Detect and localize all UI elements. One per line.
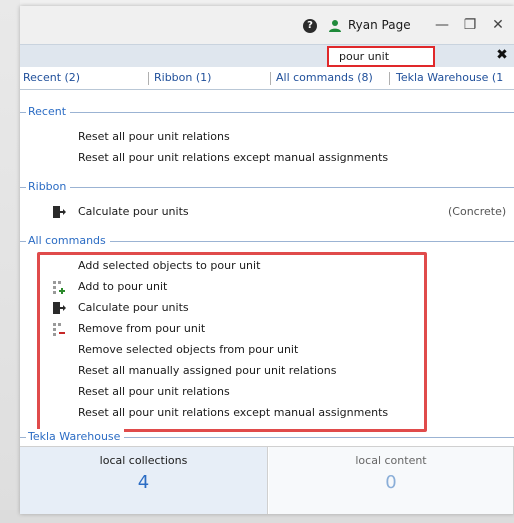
item-label: Reset all pour unit relations [78,130,230,143]
section-header-all-commands: All commands [20,233,514,249]
tab-recent[interactable]: Recent (2) [23,70,80,86]
panel-count: 0 [385,472,397,493]
local-collections-panel[interactable]: local collections 4 [20,447,268,514]
minimize-button[interactable]: — [430,14,454,36]
local-content-panel[interactable]: local content 0 [269,447,514,514]
tab-divider [270,72,271,85]
warehouse-panels: local collections 4 local content 0 [20,446,514,514]
user-name[interactable]: Ryan Page [348,18,411,32]
panel-count: 4 [137,472,150,493]
section-header-ribbon: Ribbon [20,179,514,195]
section-divider [20,187,514,188]
search-input[interactable]: pour unit [327,46,435,67]
highlight-annotation [37,252,427,432]
list-item[interactable]: Calculate pour units [40,202,514,222]
tab-divider [389,72,390,85]
section-header-recent: Recent [20,104,514,120]
clear-search-icon[interactable]: ✖ [494,47,510,63]
close-button[interactable]: ✕ [486,14,510,36]
item-label: Reset all pour unit relations except man… [78,151,389,164]
section-title: Tekla Warehouse [20,429,125,445]
section-divider [20,112,514,113]
tab-divider [148,72,149,85]
tab-all-commands[interactable]: All commands (8) [276,70,373,86]
category-tabs: Recent (2) Ribbon (1) All commands (8) T… [20,67,514,90]
search-bar: pour unit ✖ [20,44,514,67]
help-icon[interactable]: ? [303,19,317,33]
item-label: Calculate pour units [78,205,189,218]
tab-tekla-warehouse[interactable]: Tekla Warehouse (1 [396,70,503,86]
maximize-button[interactable]: ❐ [458,14,482,36]
section-title: Ribbon [20,179,71,195]
panel-title: local content [355,454,427,467]
user-icon[interactable] [328,19,342,33]
panel-title: local collections [99,454,188,467]
section-title: All commands [20,233,110,249]
quick-launch-window: ? Ryan Page — ❐ ✕ pour unit ✖ Recent (2)… [20,6,514,514]
desktop-background [0,0,20,523]
section-header-tekla-warehouse: Tekla Warehouse [20,429,514,445]
item-category-note: (Concrete) [448,205,507,218]
title-bar: ? Ryan Page — ❐ ✕ [20,6,514,44]
tab-ribbon[interactable]: Ribbon (1) [154,70,211,86]
calculate-pour-units-icon [53,206,66,218]
section-title: Recent [20,104,71,120]
